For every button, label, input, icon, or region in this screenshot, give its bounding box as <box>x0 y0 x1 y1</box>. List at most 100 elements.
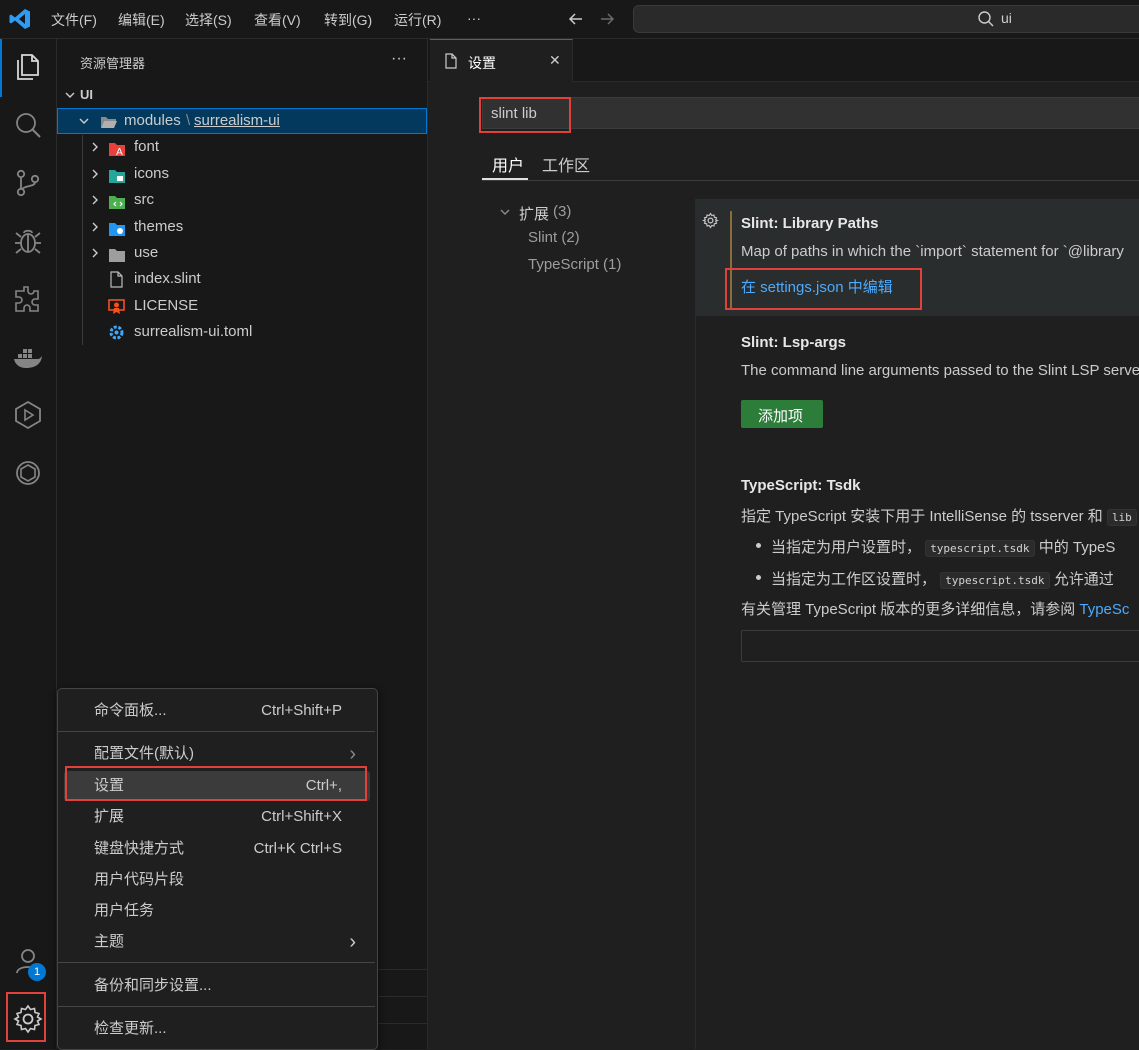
setting-title: TypeScript: Tsdk <box>741 477 861 494</box>
bullet-dot <box>756 543 761 548</box>
chevron-right-icon: › <box>349 931 356 953</box>
bullet-text: 允许通过 <box>1053 571 1114 588</box>
menu-separator <box>58 1006 375 1007</box>
setting-gear-icon[interactable] <box>702 212 719 232</box>
modules-label: modules <box>124 112 181 129</box>
search-icon[interactable] <box>12 109 44 141</box>
tree-item-label: surrealism-ui.toml <box>134 323 253 340</box>
tree-item-font[interactable]: A font <box>57 134 427 160</box>
vscode-logo-icon[interactable] <box>8 7 32 34</box>
bullet-text: 当指定为用户设置时， <box>771 539 922 556</box>
chevron-down-icon <box>498 202 512 226</box>
toc-typescript[interactable]: TypeScript (1) <box>528 256 621 273</box>
menu-item-extensions[interactable]: 扩展 Ctrl+Shift+X <box>64 802 370 832</box>
setting-description: The command line arguments passed to the… <box>741 362 1139 379</box>
tree-item-src[interactable]: src <box>57 187 427 213</box>
menu-item-shortcut: Ctrl+K Ctrl+S <box>253 840 342 857</box>
chevron-right-icon: › <box>349 743 356 765</box>
menu-item-user-tasks[interactable]: 用户任务 <box>64 896 370 926</box>
tsdk-desc-text: 指定 TypeScript 安装下用于 IntelliSense 的 tsser… <box>741 508 1103 525</box>
gear-file-icon <box>108 324 125 350</box>
tab-settings[interactable]: 设置 ✕ <box>430 39 573 82</box>
debug-icon[interactable] <box>12 225 44 257</box>
link-highlight-box <box>725 268 922 310</box>
account-badge-count: 1 <box>33 966 41 978</box>
tree-item-toml[interactable]: surrealism-ui.toml <box>57 319 427 345</box>
tree-item-label: index.slint <box>134 270 201 287</box>
gear-highlight-box <box>6 992 46 1042</box>
tsdk-input[interactable] <box>741 630 1139 662</box>
code-chip: lib <box>1106 509 1137 526</box>
tab-close-icon[interactable]: ✕ <box>549 52 561 69</box>
tree-item-index-slint[interactable]: index.slint <box>57 266 427 292</box>
manage-context-menu: 命令面板... Ctrl+Shift+P 配置文件(默认) › 设置 Ctrl+… <box>57 688 378 1050</box>
tab-label: 设置 <box>468 55 496 71</box>
code-chip: typescript.tsdk <box>940 572 1050 589</box>
menu-item-label: 用户任务 <box>94 902 155 919</box>
docker-icon[interactable] <box>12 341 44 373</box>
menu-item-backup-sync[interactable]: 备份和同步设置... <box>64 971 370 1001</box>
menu-item-label: 扩展 <box>94 808 125 825</box>
editor-area: 设置 ✕ slint lib 用户 工作区 扩展 (3) Slint (2) T… <box>428 39 1139 1049</box>
menu-view[interactable]: 查看(V) <box>254 10 301 30</box>
tree-item-label: LICENSE <box>134 297 199 314</box>
menu-item-keyboard-shortcuts[interactable]: 键盘快捷方式 Ctrl+K Ctrl+S <box>64 834 370 864</box>
run-tests-icon[interactable] <box>12 399 44 431</box>
menu-item-check-updates[interactable]: 检查更新... <box>64 1014 370 1044</box>
settings-highlight-box <box>65 766 367 801</box>
tree-item-label: src <box>134 191 154 208</box>
extensions-icon[interactable] <box>12 283 44 315</box>
menu-item-profiles[interactable]: 配置文件(默认) › <box>64 739 370 769</box>
command-center-search[interactable]: ui <box>633 5 1139 33</box>
typescript-docs-link[interactable]: TypeSc <box>1079 601 1129 618</box>
menu-item-command-palette[interactable]: 命令面板... Ctrl+Shift+P <box>64 696 370 726</box>
scope-tab-workspace[interactable]: 工作区 <box>542 152 590 176</box>
menu-file[interactable]: 文件(F) <box>51 10 97 30</box>
menu-selection[interactable]: 选择(S) <box>185 10 232 30</box>
menu-item-user-snippets[interactable]: 用户代码片段 <box>64 865 370 895</box>
setting-description: Map of paths in which the `import` state… <box>741 243 1124 260</box>
active-indicator <box>0 39 2 97</box>
menu-edit[interactable]: 编辑(E) <box>118 10 165 30</box>
code-chip: typescript.tsdk <box>925 540 1035 557</box>
menu-run[interactable]: 运行(R) <box>394 10 441 30</box>
surrealism-ui-link[interactable]: surrealism-ui <box>194 108 280 134</box>
root-folder-row[interactable]: UI <box>57 82 427 108</box>
settings-search-field[interactable]: slint lib <box>482 97 1139 129</box>
more-info-text: 有关管理 TypeScript 版本的更多详细信息，请参阅 <box>741 601 1076 618</box>
forward-arrow-icon[interactable] <box>597 9 617 32</box>
menu-item-label: 检查更新... <box>94 1020 167 1037</box>
menu-item-shortcut: Ctrl+Shift+X <box>261 808 342 825</box>
scope-tab-user[interactable]: 用户 <box>492 152 524 176</box>
command-center-text: ui <box>1001 10 1012 26</box>
scope-tabs-divider <box>482 180 1139 181</box>
explorer-more-button[interactable]: ··· <box>391 50 407 68</box>
setting-description: 指定 TypeScript 安装下用于 IntelliSense 的 tsser… <box>741 505 1137 526</box>
tree-item-license[interactable]: LICENSE <box>57 293 427 319</box>
path-separator: \ <box>186 112 191 129</box>
openai-icon[interactable] <box>12 457 44 489</box>
explorer-icon[interactable] <box>12 51 44 83</box>
toc-extensions[interactable]: 扩展 (3) <box>498 202 658 224</box>
explorer-title: 资源管理器 <box>80 56 146 71</box>
tree-item-themes[interactable]: themes <box>57 214 427 240</box>
bullet-dot <box>756 575 761 580</box>
back-arrow-icon[interactable] <box>566 9 586 32</box>
bullet-item: 当指定为工作区设置时， typescript.tsdk 允许通过 <box>756 568 1114 589</box>
tree-item-use[interactable]: use <box>57 240 427 266</box>
tree-item-icons[interactable]: icons <box>57 161 427 187</box>
add-item-button[interactable]: 添加项 <box>741 400 823 428</box>
activity-bar: 1 <box>0 39 57 1049</box>
bullet-text: 中的 TypeS <box>1038 539 1116 556</box>
source-control-icon[interactable] <box>12 167 44 199</box>
menu-item-themes[interactable]: 主题 › <box>64 927 370 957</box>
toc-slint[interactable]: Slint (2) <box>528 229 580 246</box>
modules-folder-row[interactable]: modules \ surrealism-ui <box>57 108 427 134</box>
toc-ext-count: (3) <box>553 203 572 220</box>
menu-go[interactable]: 转到(G) <box>324 10 372 30</box>
menu-item-label: 命令面板... <box>94 702 167 719</box>
setting-title: Slint: Lsp-args <box>741 334 847 351</box>
editor-tabs: 设置 ✕ <box>428 39 1139 82</box>
menu-more[interactable]: ··· <box>467 10 481 26</box>
add-item-button-label: 添加项 <box>758 408 804 425</box>
